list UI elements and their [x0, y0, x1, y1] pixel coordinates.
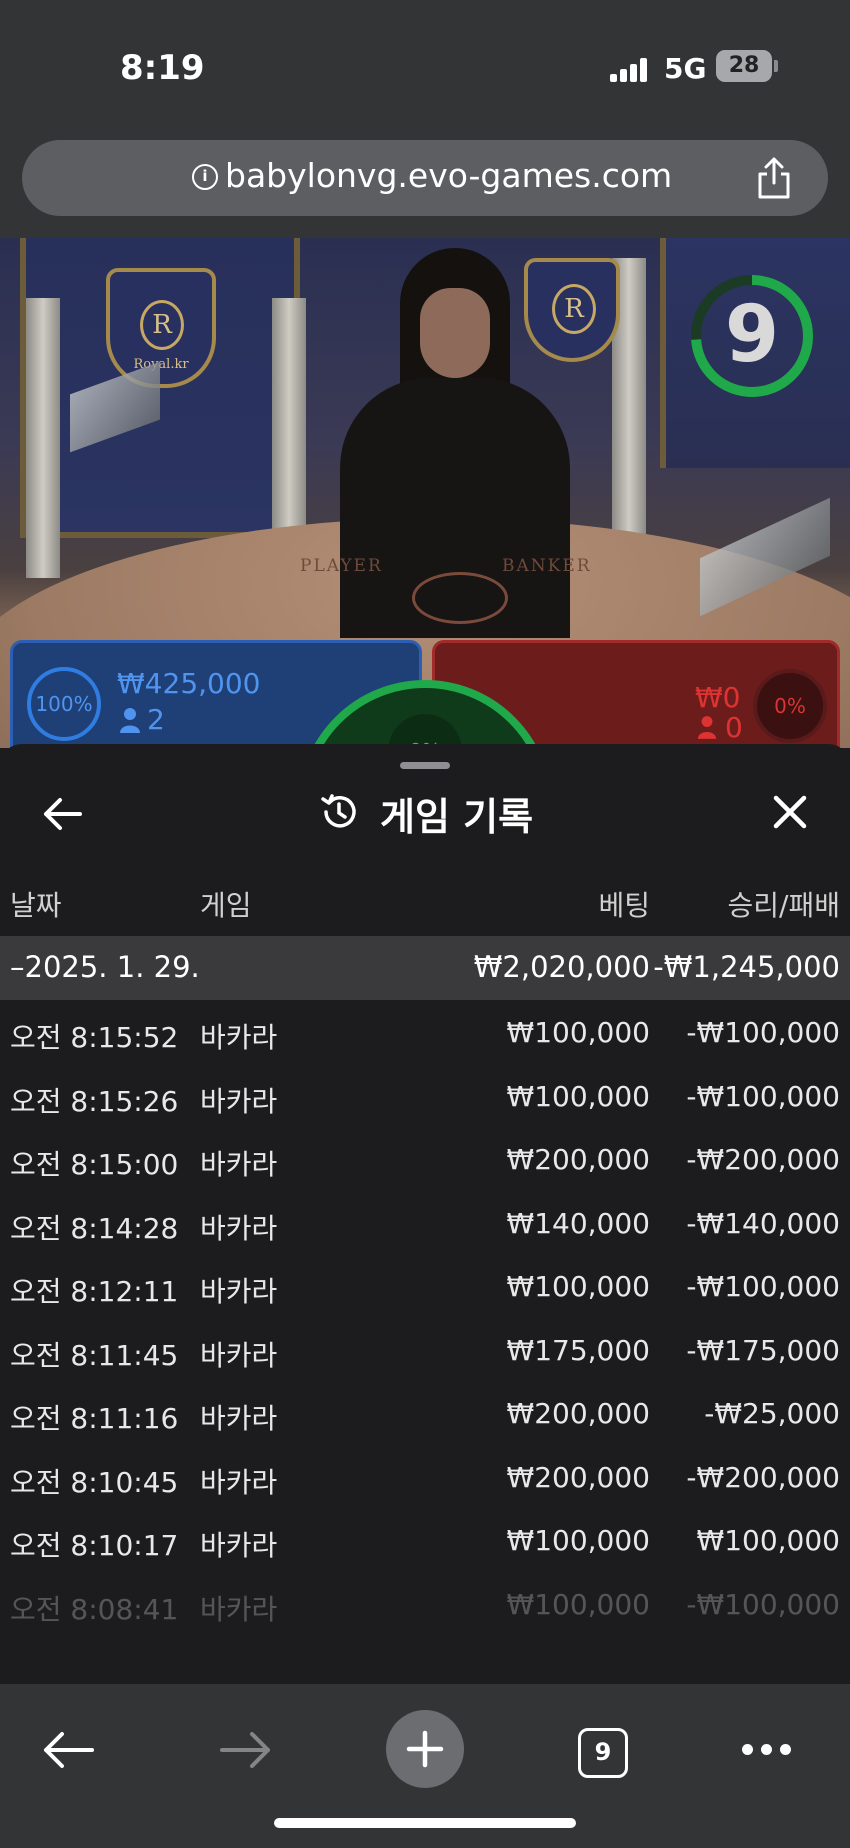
browser-back-icon[interactable]: [40, 1728, 96, 1772]
history-row[interactable]: 오전 8:12:11 바카라 ₩100,000 -₩100,000: [0, 1254, 850, 1318]
summary-bet: ₩2,020,000: [473, 950, 650, 984]
history-row[interactable]: 오전 8:10:17 바카라 ₩100,000 ₩100,000: [0, 1508, 850, 1572]
home-indicator[interactable]: [274, 1818, 576, 1828]
back-arrow-icon[interactable]: [40, 792, 84, 836]
close-icon[interactable]: [770, 792, 810, 832]
column-header-result: 승리/패배: [727, 889, 840, 922]
history-row[interactable]: 오전 8:15:26 바카라 ₩100,000 -₩100,000: [0, 1064, 850, 1128]
summary-date: –2025. 1. 29.: [10, 950, 200, 984]
history-row[interactable]: 오전 8:15:00 바카라 ₩200,000 -₩200,000: [0, 1127, 850, 1191]
summary-result: -₩1,245,000: [653, 950, 840, 984]
column-header-game: 게임: [200, 889, 252, 922]
history-row[interactable]: 오전 8:15:52 바카라 ₩100,000 -₩100,000: [0, 1000, 850, 1064]
sheet-title: 게임 기록: [380, 795, 534, 839]
share-icon[interactable]: [754, 156, 794, 200]
more-icon[interactable]: [742, 1744, 792, 1756]
user-icon: [120, 708, 140, 733]
browser-forward-icon[interactable]: [218, 1728, 274, 1772]
sheet-grabber[interactable]: [400, 762, 450, 769]
status-time: 8:19: [120, 48, 205, 88]
address-bar-container: i babylonvg.evo-games.com: [0, 130, 850, 238]
banker-bet-amount: ₩0: [695, 681, 741, 714]
banker-percent: 0%: [753, 669, 827, 743]
new-tab-button[interactable]: [386, 1710, 464, 1788]
game-history-sheet: 게임 기록 날짜 게임 베팅 승리/패배 –2025. 1. 29. ₩2,02…: [0, 744, 850, 1684]
history-row[interactable]: 오전 8:10:45 바카라 ₩200,000 -₩200,000: [0, 1445, 850, 1509]
column-header-date: 날짜: [10, 889, 62, 922]
network-type: 5G: [664, 52, 707, 85]
player-bettor-count: 2: [147, 703, 165, 736]
banker-bettor-count: 0: [725, 711, 743, 744]
history-icon: [321, 794, 356, 828]
countdown-timer: 9: [724, 290, 780, 380]
table-logo: [412, 572, 508, 624]
history-row[interactable]: 오전 8:11:16 바카라 ₩200,000 -₩25,000: [0, 1381, 850, 1445]
royal-crest-logo: R Royal.kr: [106, 268, 216, 388]
history-row[interactable]: 오전 8:14:28 바카라 ₩140,000 -₩140,000: [0, 1191, 850, 1255]
address-bar[interactable]: i babylonvg.evo-games.com: [22, 140, 828, 216]
tabs-button[interactable]: 9: [578, 1728, 628, 1778]
date-summary-row[interactable]: –2025. 1. 29. ₩2,020,000 -₩1,245,000: [0, 936, 850, 1000]
player-bet-amount: ₩425,000: [117, 667, 261, 700]
history-list: 오전 8:15:52 바카라 ₩100,000 -₩100,000 오전 8:1…: [0, 1000, 850, 1635]
user-icon-banker: [697, 716, 717, 739]
history-row[interactable]: 오전 8:08:41 바카라 ₩100,000 -₩100,000: [0, 1572, 850, 1636]
table-label-player: PLAYER: [300, 556, 383, 576]
info-icon[interactable]: i: [192, 164, 218, 190]
history-row[interactable]: 오전 8:11:45 바카라 ₩175,000 -₩175,000: [0, 1318, 850, 1382]
signal-icon: [610, 58, 650, 82]
plus-icon: [406, 1730, 444, 1768]
table-label-banker: BANKER: [502, 556, 592, 576]
battery-icon: 28: [716, 50, 772, 82]
status-bar: 8:19 5G 28: [0, 0, 850, 130]
player-percent: 100%: [27, 667, 101, 741]
url-text[interactable]: babylonvg.evo-games.com: [225, 156, 672, 195]
column-header-bet: 베팅: [598, 889, 650, 922]
